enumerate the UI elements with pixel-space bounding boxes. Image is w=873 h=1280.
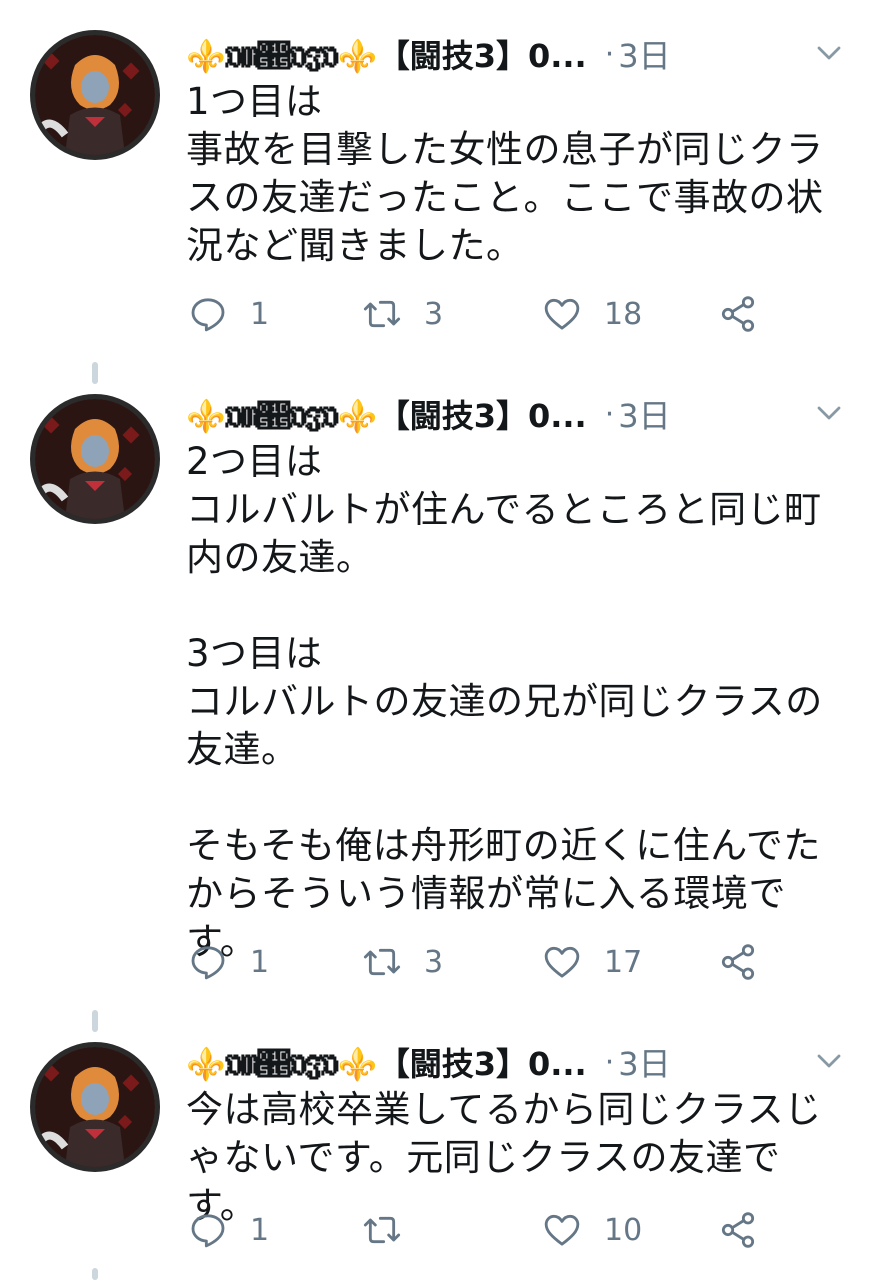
timestamp[interactable]: 3日 xyxy=(618,1039,670,1085)
avatar-image xyxy=(35,1047,155,1167)
retweet-button[interactable]: 3 xyxy=(362,940,443,984)
thread-connector xyxy=(92,1010,98,1032)
avatar[interactable] xyxy=(30,30,160,160)
share-icon xyxy=(721,296,755,332)
reply-button[interactable]: 1 xyxy=(188,1208,269,1252)
avatar-image xyxy=(35,35,155,155)
reply-count: 1 xyxy=(250,944,270,980)
reply-icon xyxy=(191,946,225,980)
avatar-image xyxy=(35,399,155,519)
time-separator: · xyxy=(604,36,615,72)
share-button[interactable] xyxy=(718,1208,758,1252)
like-button[interactable]: 17 xyxy=(542,940,642,984)
share-icon xyxy=(721,944,755,980)
timestamp[interactable]: 3日 xyxy=(618,391,670,437)
reply-icon xyxy=(191,298,225,332)
action-bar: 1 3 18 xyxy=(186,292,786,336)
reply-button[interactable]: 1 xyxy=(188,292,269,336)
like-button[interactable]: 18 xyxy=(542,292,642,336)
tweet-text: 1つ目は 事故を目撃した女性の息子が同じクラスの友達だったこと。ここで事故の状況… xyxy=(186,80,824,267)
timestamp[interactable]: 3日 xyxy=(618,31,670,77)
tweet[interactable]: ⚜️𝔒𝔐𝔕𝔒𝔍𝔒⚜️【闘技3】0... · 3日 1つ目は 事故を目撃した女性の… xyxy=(0,26,873,346)
author-name[interactable]: ⚜️𝔒𝔐𝔕𝔒𝔍𝔒⚜️【闘技3】0... xyxy=(186,391,587,437)
share-button[interactable] xyxy=(718,940,758,984)
thread-connector xyxy=(92,362,98,384)
avatar[interactable] xyxy=(30,394,160,524)
tweet-header: ⚜️𝔒𝔐𝔕𝔒𝔍𝔒⚜️【闘技3】0... · 3日 xyxy=(186,26,846,82)
retweet-button[interactable]: 3 xyxy=(362,292,443,336)
retweet-icon xyxy=(363,948,401,976)
heart-icon xyxy=(544,946,580,978)
like-count: 17 xyxy=(604,944,643,980)
tweet-header: ⚜️𝔒𝔐𝔕𝔒𝔍𝔒⚜️【闘技3】0... · 3日 xyxy=(186,1034,846,1090)
avatar[interactable] xyxy=(30,1042,160,1172)
chevron-down-icon[interactable] xyxy=(814,1046,844,1076)
share-button[interactable] xyxy=(718,292,758,336)
time-separator: · xyxy=(604,396,615,432)
action-bar: 1 10 xyxy=(186,1208,786,1252)
tweet[interactable]: ⚜️𝔒𝔐𝔕𝔒𝔍𝔒⚜️【闘技3】0... · 3日 今は高校卒業してるから同じクラ… xyxy=(0,1034,873,1264)
time-separator: · xyxy=(604,1044,615,1080)
like-button[interactable]: 10 xyxy=(542,1208,642,1252)
thread-connector xyxy=(92,1268,98,1280)
heart-icon xyxy=(544,298,580,330)
tweet-text: 2つ目は コルバルトが住んでるところと同じ町内の友達。 3つ目は コルバルトの友… xyxy=(186,440,823,963)
like-count: 10 xyxy=(604,1212,643,1248)
retweet-button[interactable] xyxy=(362,1208,424,1252)
tweet[interactable]: ⚜️𝔒𝔐𝔕𝔒𝔍𝔒⚜️【闘技3】0... · 3日 2つ目は コルバルトが住んでる… xyxy=(0,386,873,1006)
chevron-down-icon[interactable] xyxy=(814,38,844,68)
reply-count: 1 xyxy=(250,296,270,332)
retweet-icon xyxy=(363,300,401,328)
reply-button[interactable]: 1 xyxy=(188,940,269,984)
retweet-count: 3 xyxy=(424,296,444,332)
like-count: 18 xyxy=(604,296,643,332)
reply-count: 1 xyxy=(250,1212,270,1248)
share-icon xyxy=(721,1212,755,1248)
action-bar: 1 3 17 xyxy=(186,940,786,984)
heart-icon xyxy=(544,1214,580,1246)
author-name[interactable]: ⚜️𝔒𝔐𝔕𝔒𝔍𝔒⚜️【闘技3】0... xyxy=(186,31,587,77)
author-name[interactable]: ⚜️𝔒𝔐𝔕𝔒𝔍𝔒⚜️【闘技3】0... xyxy=(186,1039,587,1085)
chevron-down-icon[interactable] xyxy=(814,398,844,428)
retweet-count: 3 xyxy=(424,944,444,980)
reply-icon xyxy=(191,1214,225,1248)
retweet-icon xyxy=(363,1216,401,1244)
tweet-header: ⚜️𝔒𝔐𝔕𝔒𝔍𝔒⚜️【闘技3】0... · 3日 xyxy=(186,386,846,442)
